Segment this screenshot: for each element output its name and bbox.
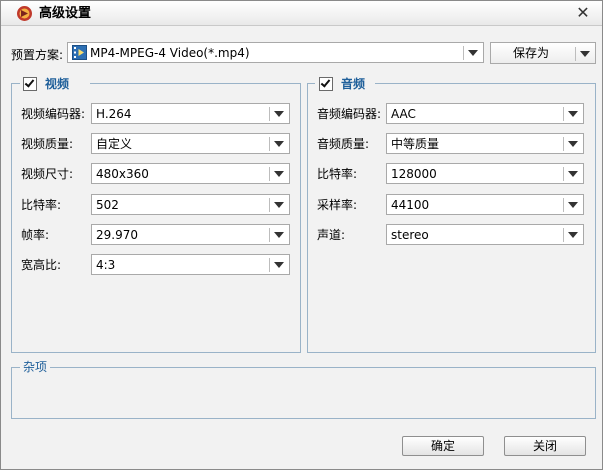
video-size-label: 视频尺寸: [21,167,74,181]
preset-label: 预置方案: [11,48,64,62]
close-icon[interactable]: ✕ [574,4,592,22]
chevron-down-icon [274,171,284,177]
aspect-ratio-select[interactable]: 4:3 [91,254,290,275]
chevron-down-icon [580,51,590,57]
sample-rate-label: 采样率: [317,198,358,212]
audio-bitrate-select[interactable]: 128000 [386,163,584,184]
video-size-select[interactable]: 480x360 [91,163,290,184]
video-codec-label: 视频编码器: [21,107,86,121]
audio-quality-select[interactable]: 中等质量 [386,133,584,154]
title-bar[interactable]: 高级设置 ✕ [1,1,602,26]
chevron-down-icon [274,202,284,208]
frame-rate-value: 29.970 [96,228,138,242]
chevron-down-icon [568,171,578,177]
ok-button[interactable]: 确定 [402,436,484,456]
audio-bitrate-value: 128000 [391,167,437,181]
chevron-down-icon [568,202,578,208]
video-quality-value: 自定义 [96,137,133,151]
video-quality-label: 视频质量: [21,137,74,151]
checkmark-icon [24,77,35,88]
sample-rate-value: 44100 [391,198,430,212]
video-codec-value: H.264 [96,107,132,121]
close-button[interactable]: 关闭 [504,436,586,456]
app-logo-icon [17,6,32,21]
audio-bitrate-label: 比特率: [317,167,358,181]
preset-select[interactable]: MP4-MPEG-4 Video(*.mp4) [67,42,484,63]
chevron-down-icon [568,141,578,147]
audio-quality-value: 中等质量 [391,137,440,151]
sample-rate-select[interactable]: 44100 [386,194,584,215]
aspect-ratio-label: 宽高比: [21,258,62,272]
save-as-button[interactable]: 保存为 [490,42,596,64]
video-bitrate-select[interactable]: 502 [91,194,290,215]
chevron-down-icon [274,262,284,268]
window-title: 高级设置 [39,6,92,21]
video-group-title: 视频 [42,77,73,91]
frame-rate-select[interactable]: 29.970 [91,224,290,245]
audio-codec-value: AAC [391,107,416,121]
misc-group [11,367,596,419]
audio-codec-label: 音频编码器: [317,107,382,121]
preset-value: MP4-MPEG-4 Video(*.mp4) [90,46,250,60]
checkmark-icon [320,77,331,88]
chevron-down-icon [274,141,284,147]
misc-group-title: 杂项 [20,360,51,374]
advanced-settings-dialog: 高级设置 ✕ 预置方案: MP4-MPEG-4 Video(*.mp4) 保存为… [0,0,603,470]
frame-rate-label: 帧率: [21,228,50,242]
video-file-icon [72,45,87,60]
aspect-ratio-value: 4:3 [96,258,116,272]
chevron-down-icon [274,232,284,238]
channels-value: stereo [391,228,429,242]
chevron-down-icon [468,50,478,56]
audio-quality-label: 音频质量: [317,137,370,151]
video-enable-checkbox[interactable] [23,77,37,91]
channels-label: 声道: [317,228,346,242]
video-bitrate-value: 502 [96,198,119,212]
audio-enable-checkbox[interactable] [319,77,333,91]
chevron-down-icon [274,111,284,117]
audio-group-title: 音频 [338,77,369,91]
video-bitrate-label: 比特率: [21,198,62,212]
audio-codec-select[interactable]: AAC [386,103,584,124]
chevron-down-icon [568,232,578,238]
video-size-value: 480x360 [96,167,149,181]
video-codec-select[interactable]: H.264 [91,103,290,124]
chevron-down-icon [568,111,578,117]
channels-select[interactable]: stereo [386,224,584,245]
video-quality-select[interactable]: 自定义 [91,133,290,154]
save-as-label: 保存为 [513,46,550,60]
